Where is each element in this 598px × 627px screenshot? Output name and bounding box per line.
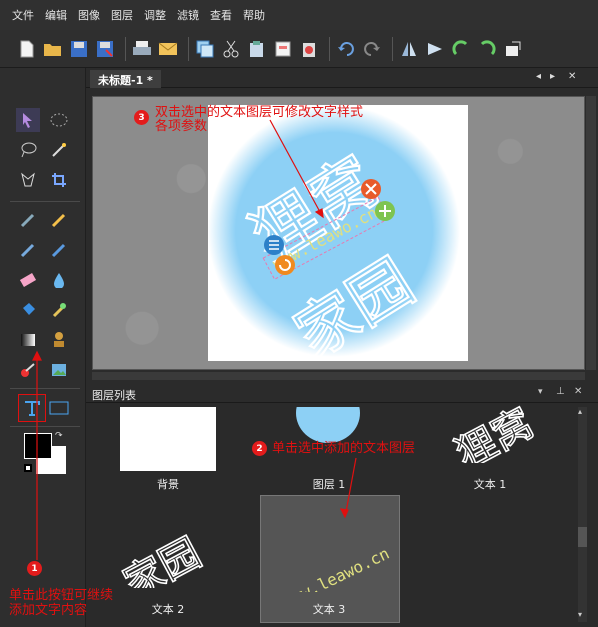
annotation-3-badge: 3 xyxy=(134,110,149,125)
annotation-3-line1: 双击选中的文本图层可修改文字样式 xyxy=(155,105,364,120)
annotation-2-text: 单击选中添加的文本图层 xyxy=(272,441,416,456)
annotation-3-line2: 各项参数 xyxy=(155,119,208,134)
annotation-1-line2: 添加文字内容 xyxy=(9,603,88,618)
annotation-2-badge: 2 xyxy=(252,441,267,456)
annotation-arrows xyxy=(32,119,357,560)
annotation-1-line1: 单击此按钮可继续 xyxy=(9,588,114,603)
annotation-1-badge: 1 xyxy=(27,561,42,576)
